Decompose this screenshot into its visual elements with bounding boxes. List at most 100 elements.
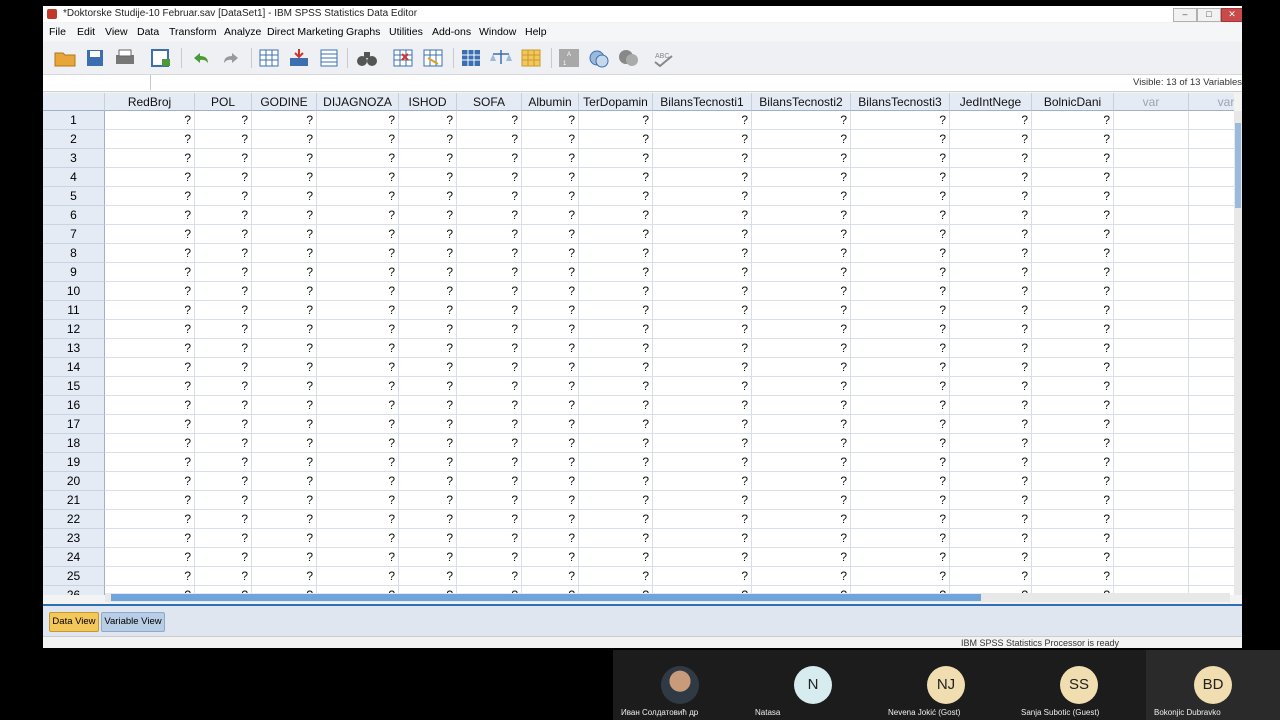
data-cell[interactable]: ?	[399, 301, 457, 320]
data-cell[interactable]: ?	[195, 225, 252, 244]
data-cell[interactable]: ?	[1032, 548, 1114, 567]
data-cell[interactable]: ?	[457, 263, 522, 282]
menu-view[interactable]: View	[105, 26, 128, 38]
find-binoculars-icon[interactable]	[355, 46, 379, 70]
data-grid[interactable]: RedBroj POL GODINE DIJAGNOZA ISHOD SOFA Albumi…	[43, 93, 1234, 595]
data-cell[interactable]: ?	[653, 453, 752, 472]
variables-icon[interactable]	[317, 46, 341, 70]
data-cell[interactable]: ?	[653, 111, 752, 130]
data-cell[interactable]: ?	[851, 282, 950, 301]
data-cell[interactable]: ?	[653, 396, 752, 415]
data-cell[interactable]: ?	[579, 377, 653, 396]
data-cell[interactable]: ?	[653, 187, 752, 206]
row-number[interactable]: 11	[43, 301, 105, 320]
data-cell[interactable]: ?	[457, 358, 522, 377]
row-number[interactable]: 9	[43, 263, 105, 282]
data-cell[interactable]: ?	[399, 567, 457, 586]
data-cell[interactable]: ?	[457, 111, 522, 130]
data-cell[interactable]: ?	[653, 434, 752, 453]
data-cell[interactable]: ?	[457, 548, 522, 567]
data-cell[interactable]: ?	[950, 377, 1032, 396]
data-cell[interactable]: ?	[457, 529, 522, 548]
data-cell[interactable]: ?	[579, 225, 653, 244]
data-cell[interactable]	[1114, 168, 1189, 187]
menu-help[interactable]: Help	[525, 26, 547, 38]
data-cell[interactable]: ?	[399, 434, 457, 453]
data-cell[interactable]: ?	[522, 339, 579, 358]
row-number[interactable]: 10	[43, 282, 105, 301]
data-cell[interactable]: ?	[1032, 453, 1114, 472]
data-cell[interactable]: ?	[950, 320, 1032, 339]
column-header[interactable]: BilansTecnosti3	[851, 93, 950, 111]
data-cell[interactable]: ?	[105, 263, 195, 282]
data-cell[interactable]: ?	[317, 111, 399, 130]
data-cell[interactable]: ?	[653, 225, 752, 244]
column-header[interactable]: TerDopamin	[579, 93, 653, 111]
data-cell[interactable]: ?	[252, 320, 317, 339]
data-cell[interactable]: ?	[950, 453, 1032, 472]
data-cell[interactable]: ?	[1032, 149, 1114, 168]
data-cell[interactable]: ?	[752, 396, 851, 415]
data-cell[interactable]: ?	[105, 168, 195, 187]
data-cell[interactable]: ?	[653, 358, 752, 377]
data-cell[interactable]	[1189, 225, 1234, 244]
data-cell[interactable]: ?	[1032, 282, 1114, 301]
menu-edit[interactable]: Edit	[77, 26, 95, 38]
menu-transform[interactable]: Transform	[169, 26, 216, 38]
data-cell[interactable]: ?	[399, 548, 457, 567]
data-cell[interactable]: ?	[522, 206, 579, 225]
data-cell[interactable]: ?	[851, 301, 950, 320]
vertical-scroll-thumb[interactable]	[1235, 123, 1241, 208]
data-cell[interactable]: ?	[252, 244, 317, 263]
data-cell[interactable]: ?	[1032, 263, 1114, 282]
data-cell[interactable]: ?	[522, 434, 579, 453]
data-cell[interactable]: ?	[105, 434, 195, 453]
data-cell[interactable]	[1189, 339, 1234, 358]
data-cell[interactable]: ?	[579, 472, 653, 491]
data-cell[interactable]: ?	[653, 548, 752, 567]
data-cell[interactable]: ?	[851, 548, 950, 567]
data-cell[interactable]: ?	[195, 377, 252, 396]
data-cell[interactable]: ?	[1032, 510, 1114, 529]
data-cell[interactable]: ?	[317, 510, 399, 529]
data-cell[interactable]: ?	[105, 149, 195, 168]
undo-icon[interactable]	[189, 46, 213, 70]
data-cell[interactable]: ?	[851, 244, 950, 263]
data-cell[interactable]: ?	[195, 168, 252, 187]
row-number[interactable]: 20	[43, 472, 105, 491]
data-cell[interactable]: ?	[522, 510, 579, 529]
data-cell[interactable]: ?	[457, 320, 522, 339]
data-cell[interactable]: ?	[195, 548, 252, 567]
data-cell[interactable]: ?	[950, 491, 1032, 510]
data-cell[interactable]: ?	[752, 377, 851, 396]
data-cell[interactable]: ?	[752, 472, 851, 491]
data-cell[interactable]: ?	[195, 130, 252, 149]
menu-window[interactable]: Window	[479, 26, 516, 38]
data-cell[interactable]: ?	[851, 206, 950, 225]
data-cell[interactable]: ?	[522, 244, 579, 263]
row-number[interactable]: 18	[43, 434, 105, 453]
data-cell[interactable]: ?	[252, 168, 317, 187]
data-cell[interactable]: ?	[752, 206, 851, 225]
data-cell[interactable]: ?	[457, 225, 522, 244]
data-cell[interactable]: ?	[522, 149, 579, 168]
row-number[interactable]: 14	[43, 358, 105, 377]
data-cell[interactable]: ?	[950, 111, 1032, 130]
data-cell[interactable]	[1114, 282, 1189, 301]
data-cell[interactable]: ?	[252, 149, 317, 168]
data-cell[interactable]: ?	[579, 491, 653, 510]
column-header[interactable]: RedBroj	[105, 93, 195, 111]
data-cell[interactable]: ?	[950, 282, 1032, 301]
data-cell[interactable]: ?	[317, 187, 399, 206]
data-cell[interactable]	[1114, 472, 1189, 491]
participant-tile[interactable]: NJ Nevena Jokić (Gost)	[880, 650, 1013, 720]
data-cell[interactable]	[1189, 358, 1234, 377]
row-number[interactable]: 2	[43, 130, 105, 149]
data-cell[interactable]: ?	[522, 130, 579, 149]
data-cell[interactable]	[1189, 244, 1234, 263]
data-cell[interactable]: ?	[1032, 111, 1114, 130]
data-cell[interactable]	[1114, 111, 1189, 130]
data-cell[interactable]: ?	[195, 453, 252, 472]
data-cell[interactable]: ?	[752, 244, 851, 263]
data-cell[interactable]: ?	[522, 396, 579, 415]
